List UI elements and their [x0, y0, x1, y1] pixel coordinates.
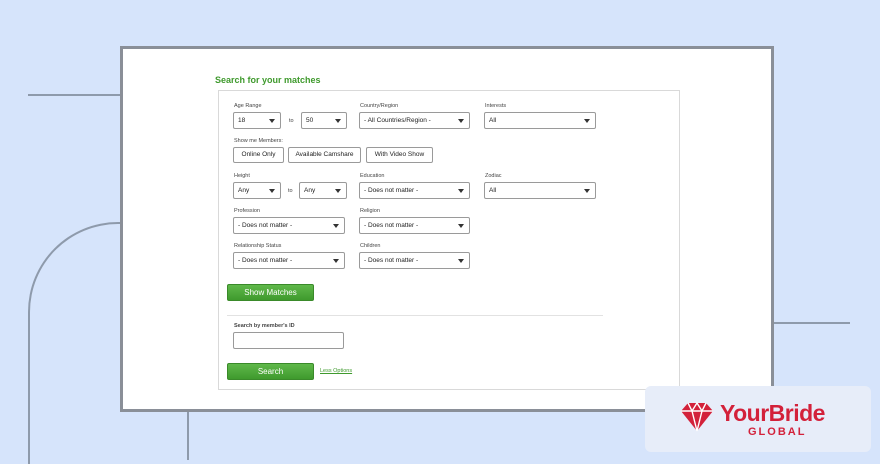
- age-to-text: to: [289, 118, 294, 124]
- age-from-select[interactable]: 18: [233, 112, 281, 129]
- children-select[interactable]: - Does not matter -: [359, 252, 470, 269]
- chevron-down-icon: [584, 189, 590, 193]
- religion-select[interactable]: - Does not matter -: [359, 217, 470, 234]
- country-value: - All Countries/Region -: [364, 117, 431, 124]
- chevron-down-icon: [269, 189, 275, 193]
- age-from-value: 18: [238, 117, 246, 124]
- search-button[interactable]: Search: [227, 363, 314, 380]
- chevron-down-icon: [269, 119, 275, 123]
- chevron-down-icon: [458, 259, 464, 263]
- chevron-down-icon: [458, 119, 464, 123]
- education-label: Education: [360, 173, 385, 179]
- religion-label: Religion: [360, 208, 380, 214]
- decor-arc-left: [28, 222, 122, 464]
- online-only-toggle[interactable]: Online Only: [233, 147, 284, 163]
- age-range-label: Age Range: [234, 103, 262, 109]
- zodiac-select[interactable]: All: [484, 182, 596, 199]
- education-select[interactable]: - Does not matter -: [359, 182, 470, 199]
- age-to-select[interactable]: 50: [301, 112, 347, 129]
- brand-subtitle: GLOBAL: [748, 426, 807, 438]
- children-value: - Does not matter -: [364, 257, 419, 264]
- country-select[interactable]: - All Countries/Region -: [359, 112, 470, 129]
- height-from-value: Any: [238, 187, 250, 194]
- relationship-status-label: Relationship Status: [234, 243, 282, 249]
- country-label: Country/Region: [360, 103, 399, 109]
- interests-value: All: [489, 117, 497, 124]
- show-members-label: Show me Members:: [234, 138, 283, 144]
- education-value: - Does not matter -: [364, 187, 419, 194]
- decor-line-left: [28, 94, 120, 96]
- age-to-value: 50: [306, 117, 314, 124]
- decor-line-right: [774, 322, 850, 324]
- religion-value: - Does not matter -: [364, 222, 419, 229]
- profession-value: - Does not matter -: [238, 222, 293, 229]
- search-form-panel: Age Range 18 to 50 Country/Region - All …: [218, 90, 680, 390]
- height-label: Height: [234, 173, 250, 179]
- chevron-down-icon: [333, 224, 339, 228]
- zodiac-value: All: [489, 187, 497, 194]
- diamond-icon: [681, 401, 713, 432]
- relationship-status-value: - Does not matter -: [238, 257, 293, 264]
- height-to-select[interactable]: Any: [299, 182, 347, 199]
- decor-line-bottom: [187, 412, 189, 460]
- available-camshare-toggle[interactable]: Available Camshare: [288, 147, 361, 163]
- height-to-value: Any: [304, 187, 316, 194]
- height-to-text: to: [288, 188, 293, 194]
- relationship-status-select[interactable]: - Does not matter -: [233, 252, 345, 269]
- with-video-show-toggle[interactable]: With Video Show: [366, 147, 433, 163]
- less-options-link[interactable]: Less Options: [320, 368, 352, 374]
- chevron-down-icon: [458, 224, 464, 228]
- brand-logo: YourBride GLOBAL: [645, 386, 871, 452]
- section-divider: [227, 315, 603, 316]
- chevron-down-icon: [458, 189, 464, 193]
- children-label: Children: [360, 243, 381, 249]
- chevron-down-icon: [333, 259, 339, 263]
- page-title: Search for your matches: [215, 75, 321, 85]
- interests-label: Interests: [485, 103, 507, 109]
- chevron-down-icon: [584, 119, 590, 123]
- screenshot-frame: Search for your matches Age Range 18 to …: [120, 46, 774, 412]
- chevron-down-icon: [335, 189, 341, 193]
- show-matches-button[interactable]: Show Matches: [227, 284, 314, 301]
- profession-select[interactable]: - Does not matter -: [233, 217, 345, 234]
- height-from-select[interactable]: Any: [233, 182, 281, 199]
- profession-label: Profession: [234, 208, 260, 214]
- chevron-down-icon: [335, 119, 341, 123]
- brand-name: YourBride: [720, 400, 825, 426]
- member-id-input[interactable]: [233, 332, 344, 349]
- member-id-label: Search by member's ID: [234, 323, 295, 329]
- zodiac-label: Zodiac: [485, 173, 502, 179]
- interests-select[interactable]: All: [484, 112, 596, 129]
